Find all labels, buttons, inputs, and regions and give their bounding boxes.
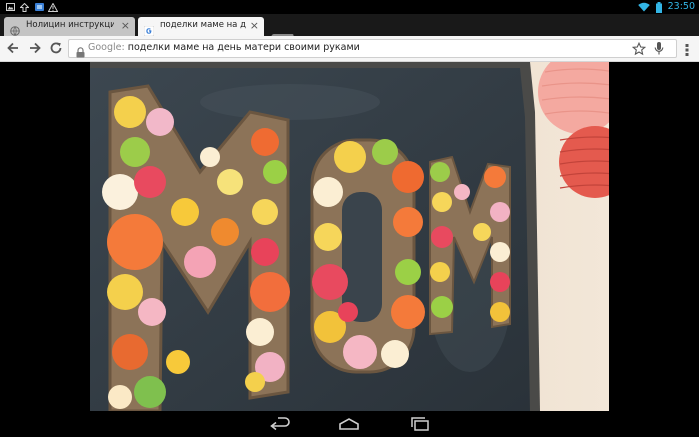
content-image[interactable] [90, 62, 609, 411]
page-viewport [0, 62, 699, 411]
browser-toolbar: Google: поделки маме на день матери свои… [0, 36, 699, 62]
lock-icon [76, 43, 85, 58]
battery-icon [656, 1, 662, 13]
back-arrow-icon[interactable] [4, 39, 22, 57]
wifi-icon [638, 2, 650, 12]
picture-notification-icon [5, 2, 15, 12]
system-navigation-bar [0, 411, 699, 437]
overflow-menu-icon[interactable] [684, 42, 690, 56]
tab-title: Нолицин инструкция по [26, 20, 114, 30]
reload-icon[interactable] [47, 39, 65, 57]
tab-strip: Нолицин инструкция по × поделки маме на … [0, 14, 699, 46]
clock: 23:50 [667, 1, 695, 12]
home-icon[interactable] [337, 416, 361, 432]
app-notification-icon [34, 2, 44, 12]
tab-active-search[interactable]: поделки маме на день матер × [138, 17, 264, 37]
status-bar: 23:50 [0, 0, 699, 14]
close-tab-icon[interactable]: × [121, 19, 130, 32]
upload-notification-icon [19, 2, 29, 12]
google-icon [143, 21, 155, 37]
bookmark-star-icon[interactable] [631, 41, 647, 56]
close-tab-icon[interactable]: × [250, 19, 259, 32]
microphone-icon[interactable] [654, 41, 664, 56]
search-query: поделки маме на день матери своими рукам… [127, 42, 360, 53]
address-bar[interactable]: Google: поделки маме на день матери свои… [68, 39, 677, 58]
globe-icon [10, 21, 20, 36]
tab-instruction[interactable]: Нолицин инструкция по × [4, 17, 135, 36]
recent-apps-icon[interactable] [408, 416, 432, 432]
forward-arrow-icon[interactable] [26, 39, 44, 57]
tab-title: поделки маме на день матер [160, 20, 246, 30]
warning-notification-icon [48, 2, 58, 12]
address-text: Google: поделки маме на день матери свои… [88, 42, 360, 53]
back-icon[interactable] [268, 416, 292, 432]
search-engine-label: Google: [88, 42, 125, 53]
